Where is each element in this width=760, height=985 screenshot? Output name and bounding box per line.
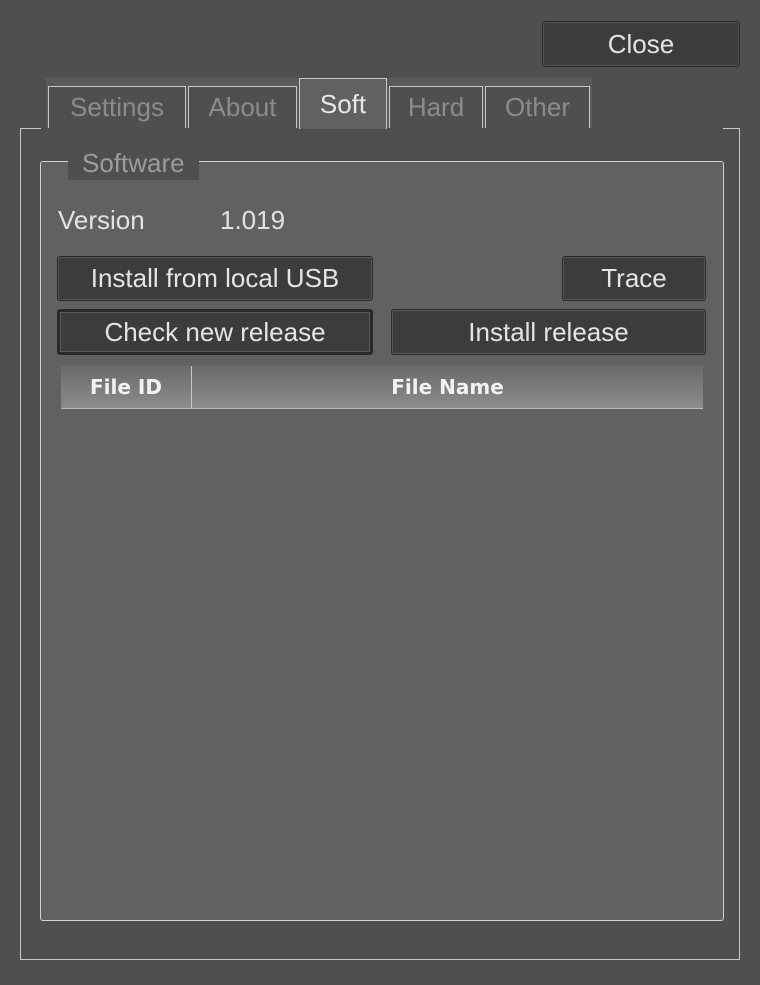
- software-dialog: Close Settings About Soft Hard Other Sof…: [0, 0, 760, 985]
- column-header-file-name[interactable]: File Name: [192, 366, 703, 408]
- version-value: 1.019: [220, 205, 286, 235]
- trace-button[interactable]: Trace: [562, 256, 706, 301]
- tab-soft[interactable]: Soft: [299, 78, 387, 129]
- check-new-release-button[interactable]: Check new release: [57, 309, 373, 355]
- groupbox-title: Software: [68, 146, 199, 180]
- tab-hard[interactable]: Hard: [389, 86, 483, 128]
- install-release-button[interactable]: Install release: [391, 309, 706, 355]
- version-label: Version: [58, 205, 145, 235]
- tab-settings[interactable]: Settings: [48, 86, 186, 128]
- tab-other[interactable]: Other: [485, 86, 590, 128]
- tab-about[interactable]: About: [188, 86, 297, 128]
- column-header-file-id[interactable]: File ID: [61, 366, 192, 408]
- file-table-header: File ID File Name: [61, 366, 703, 409]
- install-from-usb-button[interactable]: Install from local USB: [57, 256, 373, 301]
- close-button[interactable]: Close: [542, 21, 740, 67]
